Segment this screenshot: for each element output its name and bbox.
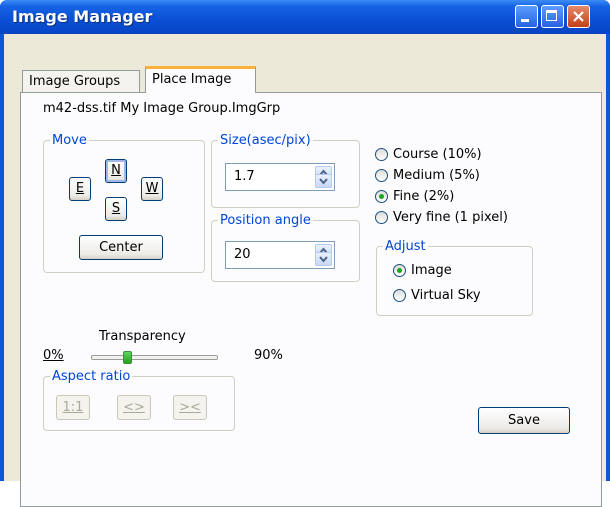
window-title: Image Manager bbox=[12, 7, 153, 26]
transparency-min-label: 0% bbox=[43, 348, 64, 363]
radio-circle bbox=[375, 169, 388, 182]
tab-place-image[interactable]: Place Image bbox=[145, 66, 256, 93]
size-down-arrow[interactable] bbox=[315, 174, 332, 188]
adjust-legend: Adjust bbox=[385, 239, 426, 254]
image-file-label: m42-dss.tif My Image Group.ImgGrp bbox=[43, 101, 281, 116]
maximize-icon bbox=[546, 10, 557, 21]
transparency-slider-track[interactable] bbox=[91, 351, 218, 364]
position-angle-spinner[interactable]: 20 bbox=[225, 241, 335, 269]
aspect-1-1-button[interactable]: 1:1 bbox=[56, 395, 90, 420]
client-area: Image Groups Place Image m42-dss.tif My … bbox=[4, 34, 606, 507]
maximize-button[interactable] bbox=[541, 5, 564, 28]
radio-circle bbox=[393, 264, 406, 277]
place-image-panel: m42-dss.tif My Image Group.ImgGrp Move N… bbox=[20, 92, 602, 507]
position-angle-legend: Position angle bbox=[220, 213, 311, 228]
transparency-label: Transparency bbox=[99, 329, 186, 344]
radio-circle bbox=[375, 190, 388, 203]
position-angle-value[interactable]: 20 bbox=[234, 247, 251, 262]
move-north-button[interactable]: N bbox=[105, 159, 127, 183]
aspect-narrow-button[interactable]: >< bbox=[173, 395, 207, 420]
close-button[interactable] bbox=[567, 5, 590, 28]
radio-selected-dot bbox=[397, 268, 402, 273]
adjust-group: Adjust bbox=[376, 239, 533, 316]
radio-circle bbox=[393, 289, 406, 302]
size-value[interactable]: 1.7 bbox=[234, 169, 255, 184]
minimize-button[interactable] bbox=[515, 5, 538, 28]
move-south-button[interactable]: S bbox=[105, 197, 127, 221]
transparency-slider-thumb[interactable] bbox=[123, 351, 132, 364]
angle-down-arrow[interactable] bbox=[315, 252, 332, 266]
move-west-button[interactable]: W bbox=[141, 177, 163, 201]
chevron-down-icon bbox=[319, 178, 328, 185]
size-legend: Size(asec/pix) bbox=[220, 133, 311, 148]
move-legend: Move bbox=[52, 133, 87, 148]
radio-label: Course (10%) bbox=[393, 147, 482, 162]
aspect-widen-button[interactable]: <> bbox=[117, 395, 151, 420]
radio-label: Medium (5%) bbox=[393, 168, 480, 183]
radio-circle bbox=[375, 148, 388, 161]
radio-label: Fine (2%) bbox=[393, 189, 455, 204]
radio-label: Very fine (1 pixel) bbox=[393, 210, 508, 225]
radio-label: Image bbox=[411, 263, 452, 278]
aspect-ratio-legend: Aspect ratio bbox=[52, 369, 131, 384]
transparency-max-label: 90% bbox=[254, 348, 283, 363]
chevron-down-icon bbox=[319, 256, 328, 263]
move-east-button[interactable]: E bbox=[69, 177, 91, 201]
close-icon bbox=[573, 11, 584, 22]
image-manager-window: Image Manager Image Groups Place Image m… bbox=[0, 0, 610, 507]
center-button[interactable]: Center bbox=[79, 235, 163, 260]
save-button[interactable]: Save bbox=[478, 407, 570, 434]
tab-image-groups[interactable]: Image Groups bbox=[22, 70, 140, 92]
radio-label: Virtual Sky bbox=[411, 288, 481, 303]
radio-selected-dot bbox=[379, 194, 384, 199]
size-spinner[interactable]: 1.7 bbox=[225, 163, 335, 191]
title-bar[interactable]: Image Manager bbox=[0, 0, 610, 34]
radio-circle bbox=[375, 211, 388, 224]
minimize-icon bbox=[521, 19, 529, 22]
